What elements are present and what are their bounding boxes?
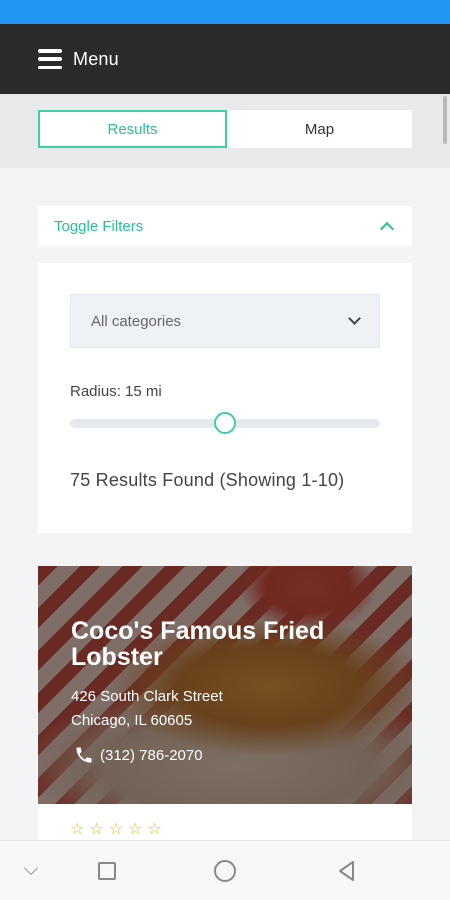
star-outline-icon: ☆: [89, 821, 104, 838]
phone-icon: [76, 747, 92, 763]
toggle-filters-button[interactable]: Toggle Filters: [38, 206, 412, 246]
view-toggle-bar: Results Map: [0, 94, 450, 168]
scrollbar[interactable]: [443, 96, 447, 144]
toggle-filters-label: Toggle Filters: [54, 217, 144, 235]
radius-slider[interactable]: [70, 412, 380, 434]
tab-map[interactable]: Map: [227, 110, 412, 148]
app-header: Menu: [0, 24, 450, 94]
system-nav-bar: [0, 840, 450, 900]
chevron-down-icon: [348, 312, 361, 325]
tab-results[interactable]: Results: [38, 110, 227, 148]
filter-panel: All categories Radius: 15 mi 75 Results …: [38, 263, 412, 533]
recents-icon[interactable]: [98, 862, 116, 880]
star-outline-icon: ☆: [108, 821, 124, 838]
star-outline-icon: ☆: [147, 821, 162, 838]
menu-icon[interactable]: [38, 49, 62, 69]
results-count: 75 Results Found (Showing 1-10): [70, 470, 345, 490]
listing-city: Chicago, IL 60605: [71, 712, 193, 729]
radius-label: Radius: 15 mi: [70, 383, 162, 400]
nav-collapse-icon[interactable]: [23, 860, 39, 876]
listing-street: 426 South Clark Street: [71, 688, 223, 705]
rating-stars: ☆ ☆ ☆ ☆ ☆: [70, 822, 162, 838]
listing-phone-link[interactable]: (312) 786-2070: [74, 745, 203, 765]
listing-title[interactable]: Coco's Famous Fried Lobster: [71, 618, 391, 670]
radius-slider-thumb[interactable]: [214, 412, 236, 434]
star-outline-icon: ☆: [70, 821, 85, 838]
listing-phone: (312) 786-2070: [100, 746, 203, 764]
view-toggle: Results Map: [38, 110, 412, 148]
category-select[interactable]: All categories: [70, 294, 380, 348]
status-bar: [0, 0, 450, 24]
menu-button-label[interactable]: Menu: [73, 49, 119, 70]
star-outline-icon: ☆: [128, 821, 143, 838]
rating-strip: ☆ ☆ ☆ ☆ ☆: [38, 804, 412, 840]
chevron-up-icon: [379, 221, 395, 237]
category-select-value: All categories: [91, 312, 182, 330]
listing-card[interactable]: Coco's Famous Fried Lobster 426 South Cl…: [38, 566, 412, 804]
back-icon[interactable]: [336, 860, 358, 882]
home-icon[interactable]: [214, 860, 236, 882]
